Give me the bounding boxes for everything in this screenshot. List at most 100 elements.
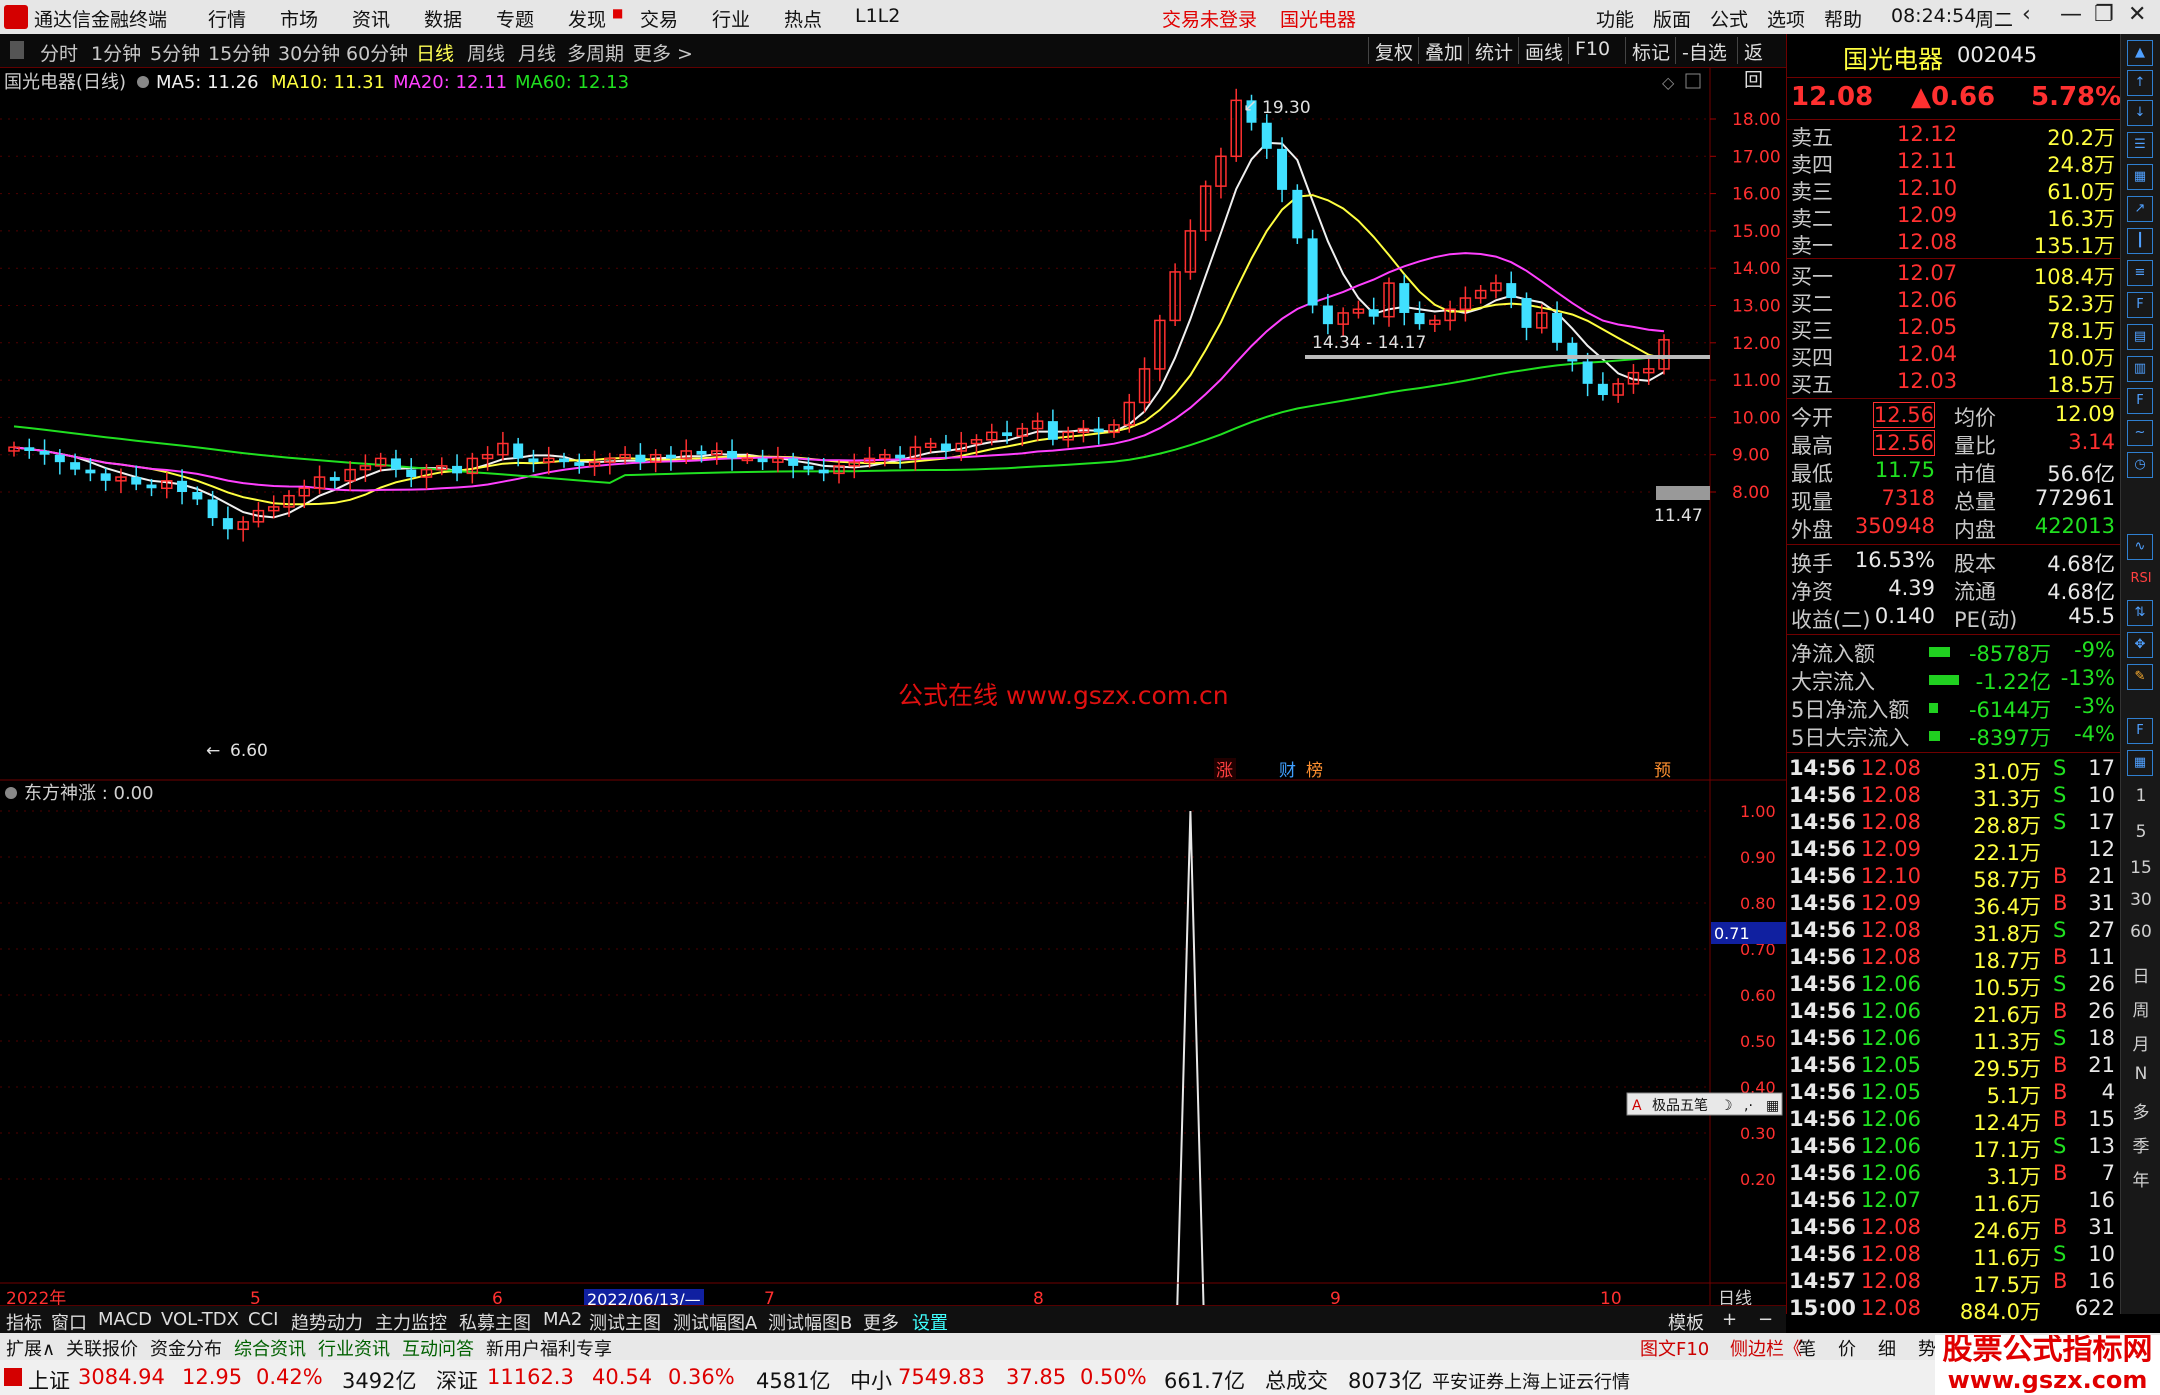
sidebar-period-60[interactable]: 60: [2121, 922, 2160, 942]
sidebar-period-1[interactable]: 1: [2121, 786, 2160, 806]
sidebar-up-icon[interactable]: ▲: [2127, 40, 2153, 66]
tab-qa[interactable]: 互动问答: [402, 1335, 474, 1361]
sidebar-kline-icon[interactable]: ┃: [2127, 228, 2153, 254]
tab-macd[interactable]: MACD: [98, 1309, 152, 1330]
sidebar-table-icon[interactable]: ▤: [2127, 324, 2153, 350]
tab-bi[interactable]: 笔: [1798, 1335, 1816, 1361]
zx-label[interactable]: 中小: [850, 1365, 892, 1395]
menu-hangqing[interactable]: 行情: [208, 5, 246, 32]
tab-qushidongli[interactable]: 趋势动力: [291, 1309, 363, 1335]
collapse-panel-icon[interactable]: [10, 41, 24, 59]
trade-login-status[interactable]: 交易未登录: [1162, 5, 1257, 32]
tab-gengduo[interactable]: 更多: [863, 1309, 899, 1335]
sidebar-f2-icon[interactable]: F: [2127, 388, 2153, 414]
add-pane-button[interactable]: +: [1722, 1309, 1737, 1330]
menu-shuju[interactable]: 数据: [424, 5, 462, 32]
event-tag-yu[interactable]: 预: [1654, 761, 1671, 781]
sidebar-down-arrow-icon[interactable]: ↓: [2127, 100, 2153, 126]
period-fenshi[interactable]: 分时: [40, 39, 78, 66]
minimize-icon[interactable]: —: [2060, 2, 2082, 27]
menu-xuanxiang[interactable]: 选项: [1767, 5, 1805, 32]
sidebar-list-icon[interactable]: ☰: [2127, 132, 2153, 158]
event-tag-bang[interactable]: 榜: [1306, 761, 1323, 781]
watchlist-remove-button[interactable]: -自选: [1675, 37, 1733, 64]
sidebar-rsi[interactable]: RSI: [2121, 571, 2160, 586]
tab-shi[interactable]: 势: [1918, 1335, 1936, 1361]
draw-button[interactable]: 画线: [1518, 37, 1569, 64]
sz-label[interactable]: 深证: [436, 1365, 478, 1395]
tab-ma2[interactable]: MA2: [543, 1309, 582, 1330]
menu-hangye[interactable]: 行业: [712, 5, 750, 32]
sidebar-clock-icon[interactable]: ◷: [2127, 452, 2153, 478]
event-tag-zhang[interactable]: 涨: [1216, 761, 1233, 781]
event-tag-cai[interactable]: 财: [1279, 761, 1296, 781]
sidebar-period-15[interactable]: 15: [2121, 858, 2160, 878]
tab-zhibiao[interactable]: 指标: [6, 1309, 42, 1335]
back-arrow-icon[interactable]: ‹: [2022, 2, 2031, 27]
menu-zhuanti[interactable]: 专题: [496, 5, 534, 32]
tab-shezhi[interactable]: 设置: [912, 1309, 948, 1335]
period-60min[interactable]: 60分钟: [346, 39, 408, 66]
sidebar-doc-icon[interactable]: ≡: [2127, 260, 2153, 286]
ime-punct-icon[interactable]: ,·: [1744, 1098, 1753, 1114]
period-5min[interactable]: 5分钟: [150, 39, 200, 66]
sidebar-grid2-icon[interactable]: ▦: [2127, 750, 2153, 776]
sidebar-chart-icon[interactable]: ↗: [2127, 196, 2153, 222]
period-1min[interactable]: 1分钟: [91, 39, 141, 66]
ime-a-icon[interactable]: A: [1632, 1098, 1642, 1114]
sidebar-period-week[interactable]: 周: [2121, 996, 2160, 1021]
tab-zhulijiankong[interactable]: 主力监控: [375, 1309, 447, 1335]
tab-cci[interactable]: CCI: [248, 1309, 278, 1330]
ime-keyboard-icon[interactable]: ▦: [1766, 1098, 1779, 1114]
tab-simuzhutu[interactable]: 私募主图: [459, 1309, 531, 1335]
sidebar-wave-icon[interactable]: ∿: [2127, 534, 2153, 560]
tab-fund-distribution[interactable]: 资金分布: [150, 1335, 222, 1361]
sidebar-period-multi[interactable]: 多: [2121, 1098, 2160, 1123]
tab-xi[interactable]: 细: [1878, 1335, 1896, 1361]
sidebar-move-icon[interactable]: ✥: [2127, 632, 2153, 658]
period-30min[interactable]: 30分钟: [278, 39, 340, 66]
sidebar-up-arrow-icon[interactable]: ↑: [2127, 70, 2153, 96]
tab-vol-tdx[interactable]: VOL-TDX: [161, 1309, 239, 1330]
expand-toggle[interactable]: 扩展∧: [6, 1335, 55, 1361]
remove-pane-button[interactable]: −: [1758, 1309, 1773, 1330]
return-button[interactable]: 返回: [1737, 37, 1786, 91]
sh-label[interactable]: 上证: [28, 1365, 70, 1395]
sidebar-toggle[interactable]: 侧边栏《: [1730, 1335, 1802, 1361]
tab-industry-news[interactable]: 行业资讯: [318, 1335, 390, 1361]
mark-button[interactable]: 标记: [1625, 37, 1676, 64]
menu-banmian[interactable]: 版面: [1653, 5, 1691, 32]
close-icon[interactable]: ✕: [2128, 2, 2146, 27]
tab-related-quotes[interactable]: 关联报价: [66, 1335, 138, 1361]
chart-area[interactable]: 国光电器(日线) MA5: 11.26 MA10: 11.31 MA20: 12…: [0, 68, 1786, 1340]
period-more[interactable]: 更多 >: [633, 39, 693, 66]
broker-name[interactable]: 平安证券上海上证云行情: [1432, 1368, 1630, 1394]
tab-chuangkou[interactable]: 窗口: [51, 1309, 87, 1335]
restore-icon[interactable]: ❐: [2094, 2, 2114, 27]
menu-gongneng[interactable]: 功能: [1596, 5, 1634, 32]
sidebar-period-month[interactable]: 月: [2121, 1030, 2160, 1055]
menu-shichang[interactable]: 市场: [280, 5, 318, 32]
adjust-button[interactable]: 复权: [1368, 37, 1419, 64]
tab-ceshizhutu[interactable]: 测试主图: [589, 1309, 661, 1335]
sidebar-period-n[interactable]: N: [2121, 1064, 2160, 1084]
sidebar-grid-icon[interactable]: ▦: [2127, 164, 2153, 190]
sidebar-fin-icon[interactable]: F: [2127, 292, 2153, 318]
f10-button[interactable]: F10: [1568, 37, 1616, 64]
template-button[interactable]: 模板: [1668, 1309, 1704, 1335]
sidebar-period-year[interactable]: 年: [2121, 1166, 2160, 1191]
sidebar-trend-icon[interactable]: ~: [2127, 420, 2153, 446]
period-monthly[interactable]: 月线: [518, 39, 556, 66]
chart-diamond-icon[interactable]: ◇: [1662, 73, 1675, 92]
overlay-button[interactable]: 叠加: [1418, 37, 1469, 64]
sidebar-period-30[interactable]: 30: [2121, 890, 2160, 910]
tab-new-user[interactable]: 新用户福利专享: [486, 1335, 612, 1361]
sidebar-period-day[interactable]: 日: [2121, 962, 2160, 987]
menu-bangzhu[interactable]: 帮助: [1824, 5, 1862, 32]
menu-l1l2[interactable]: L1L2: [855, 5, 900, 27]
stats-button[interactable]: 统计: [1468, 37, 1519, 64]
chart-expand-icon[interactable]: [1685, 73, 1701, 89]
f10-link[interactable]: 图文F10: [1640, 1335, 1709, 1361]
period-multi[interactable]: 多周期: [567, 39, 624, 66]
menu-zixun[interactable]: 资讯: [352, 5, 390, 32]
